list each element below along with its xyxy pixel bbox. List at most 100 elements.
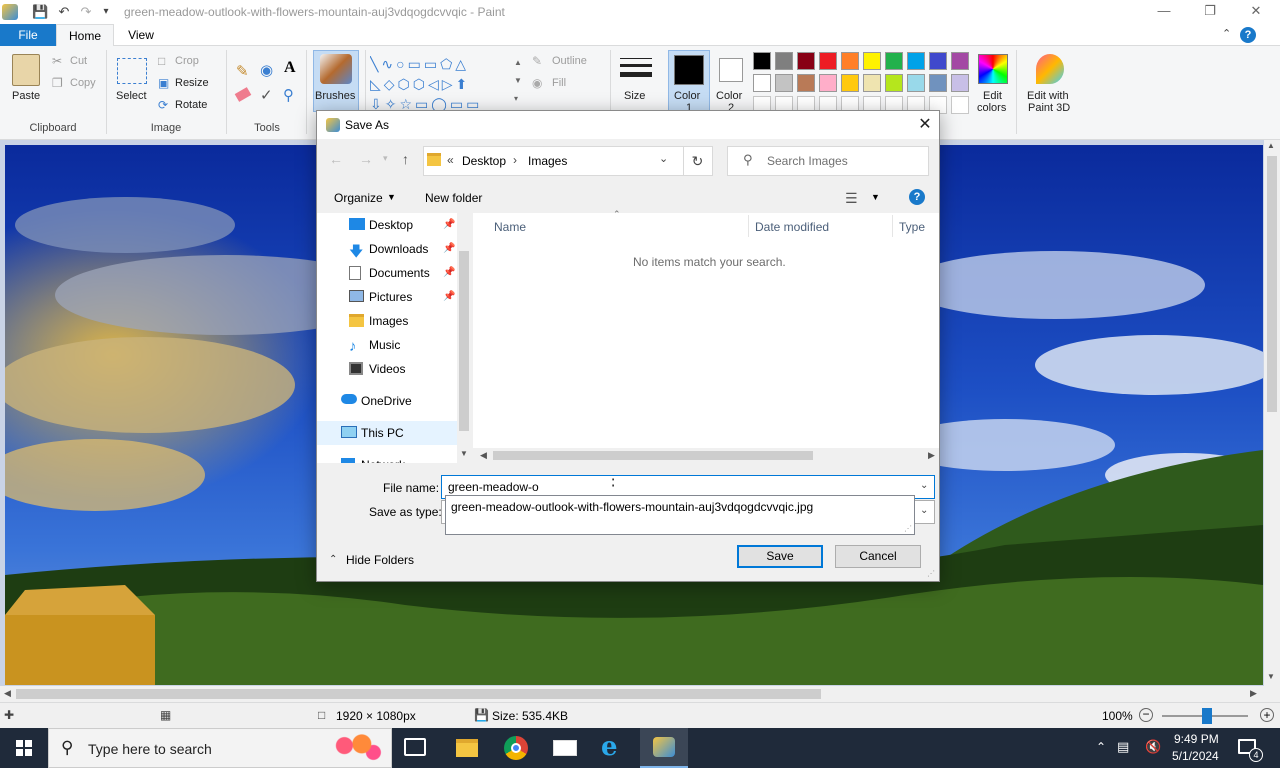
vertical-scrollbar[interactable]: ▲ ▼ bbox=[1264, 140, 1280, 686]
restore-button[interactable]: ❐ bbox=[1187, 0, 1233, 24]
palette-swatch[interactable] bbox=[841, 74, 859, 92]
select-button[interactable]: Select bbox=[116, 90, 147, 102]
palette-swatch[interactable] bbox=[797, 52, 815, 70]
edge-icon[interactable]: e bbox=[601, 734, 618, 760]
volume-muted-icon[interactable]: 🔇 bbox=[1145, 739, 1161, 755]
color-picker-icon[interactable]: ✓ bbox=[260, 86, 273, 104]
nav-item-desktop[interactable]: Desktop 📌 bbox=[317, 213, 457, 237]
palette-swatch[interactable] bbox=[885, 52, 903, 70]
horizontal-scrollbar[interactable]: ◀ ▶ bbox=[0, 686, 1280, 702]
dialog-resize-grip-icon[interactable]: ⋰ bbox=[927, 569, 935, 578]
cut-button[interactable]: Cut bbox=[70, 55, 87, 67]
clock-time[interactable]: 9:49 PM bbox=[1174, 732, 1219, 746]
recent-locations-icon[interactable]: ▾ bbox=[383, 153, 388, 164]
palette-swatch[interactable] bbox=[797, 74, 815, 92]
magnifier-icon[interactable]: ⚲ bbox=[283, 86, 294, 104]
edit-colors-icon[interactable] bbox=[978, 54, 1008, 84]
color2-swatch[interactable] bbox=[719, 58, 743, 82]
hide-folders-icon[interactable]: ⌃ bbox=[329, 554, 337, 565]
palette-swatch[interactable] bbox=[907, 52, 925, 70]
navigation-pane[interactable]: Desktop 📌 🡇 Downloads 📌 Documents 📌 Pictures 📌 Im… bbox=[317, 213, 471, 463]
palette-swatch-empty[interactable] bbox=[951, 96, 969, 114]
column-name[interactable]: Name bbox=[494, 220, 526, 234]
resize-grip-icon[interactable]: ⋰ bbox=[904, 524, 912, 533]
clock-date[interactable]: 5/1/2024 bbox=[1172, 749, 1219, 763]
dialog-close-button[interactable]: ✕ bbox=[913, 114, 937, 136]
crop-button[interactable]: Crop bbox=[175, 55, 199, 67]
shapes-scroll-icon[interactable]: ▲ ▼ ▾ bbox=[514, 54, 524, 110]
palette-swatch[interactable] bbox=[819, 52, 837, 70]
redo-icon[interactable]: ↷ bbox=[78, 4, 94, 20]
palette-swatch[interactable] bbox=[863, 52, 881, 70]
up-button[interactable]: ↑ bbox=[402, 151, 409, 167]
file-list[interactable] bbox=[473, 213, 939, 463]
paint3d-icon[interactable] bbox=[1036, 54, 1064, 84]
tab-view[interactable]: View bbox=[114, 24, 168, 46]
minimize-button[interactable]: — bbox=[1141, 0, 1187, 24]
zoom-slider-thumb[interactable] bbox=[1202, 708, 1212, 724]
task-view-icon[interactable] bbox=[404, 738, 426, 756]
view-options-icon[interactable]: ☰ bbox=[845, 190, 858, 207]
autocomplete-list[interactable]: green-meadow-outlook-with-flowers-mounta… bbox=[445, 495, 915, 535]
palette-swatch[interactable] bbox=[775, 74, 793, 92]
zoom-in-button[interactable]: + bbox=[1260, 708, 1274, 722]
palette-swatch[interactable] bbox=[841, 52, 859, 70]
nav-item-network[interactable]: Network bbox=[317, 453, 457, 463]
eraser-icon[interactable] bbox=[234, 87, 252, 102]
resize-button[interactable]: Resize bbox=[175, 77, 209, 89]
save-button[interactable]: Save bbox=[737, 545, 823, 568]
nav-item-pictures[interactable]: Pictures 📌 bbox=[317, 285, 457, 309]
paint-taskbar-button[interactable] bbox=[640, 728, 688, 768]
palette-swatch[interactable] bbox=[929, 74, 947, 92]
tab-home[interactable]: Home bbox=[56, 24, 114, 47]
breadcrumb-images[interactable]: Images bbox=[528, 154, 567, 168]
tab-file[interactable]: File bbox=[0, 24, 56, 46]
forward-button[interactable]: → bbox=[359, 151, 373, 167]
breadcrumb-desktop[interactable]: Desktop bbox=[462, 154, 506, 168]
dialog-help-icon[interactable]: ? bbox=[909, 189, 925, 205]
rotate-button[interactable]: Rotate bbox=[175, 99, 207, 111]
cancel-button[interactable]: Cancel bbox=[835, 545, 921, 568]
file-explorer-icon[interactable] bbox=[456, 739, 478, 757]
nav-item-onedrive[interactable]: OneDrive bbox=[317, 389, 457, 413]
nav-item-downloads[interactable]: 🡇 Downloads 📌 bbox=[317, 237, 457, 261]
text-icon[interactable]: A bbox=[284, 59, 296, 77]
nav-item-images[interactable]: Images bbox=[317, 309, 457, 333]
palette-swatch[interactable] bbox=[775, 52, 793, 70]
palette-swatch[interactable] bbox=[753, 52, 771, 70]
nav-item-videos[interactable]: Videos bbox=[317, 357, 457, 381]
paint-app-icon[interactable] bbox=[2, 4, 18, 20]
undo-icon[interactable]: ↶ bbox=[56, 4, 72, 20]
palette-swatch[interactable] bbox=[951, 74, 969, 92]
palette-swatch[interactable] bbox=[951, 52, 969, 70]
nav-scrollbar[interactable]: ▼ bbox=[457, 213, 471, 463]
organize-button[interactable]: Organize bbox=[334, 191, 383, 205]
nav-item-documents[interactable]: Documents 📌 bbox=[317, 261, 457, 285]
show-hidden-icons-icon[interactable]: ⌃ bbox=[1096, 740, 1106, 754]
taskbar-search-box[interactable]: ⚲ Type here to search bbox=[48, 728, 392, 768]
palette-swatch[interactable] bbox=[885, 74, 903, 92]
column-date-modified[interactable]: Date modified bbox=[755, 220, 829, 234]
copy-button[interactable]: Copy bbox=[70, 77, 96, 89]
close-window-button[interactable]: ✕ bbox=[1233, 0, 1279, 24]
zoom-out-button[interactable]: − bbox=[1139, 708, 1153, 722]
nav-item-this-pc[interactable]: This PC bbox=[317, 421, 457, 445]
nav-item-music[interactable]: ♪ Music bbox=[317, 333, 457, 357]
mail-icon[interactable] bbox=[553, 740, 577, 756]
size-icon[interactable] bbox=[620, 54, 652, 82]
shapes-gallery[interactable]: ╲∿○▭▭⬠△ ◺◇⬡⬡◁▷⬆ ⇩✧☆▭◯▭▭ bbox=[370, 54, 512, 110]
pencil-icon[interactable]: ✎ bbox=[236, 62, 249, 80]
fill-bucket-icon[interactable]: ◉ bbox=[260, 61, 273, 79]
view-dropdown-icon[interactable]: ▼ bbox=[871, 192, 880, 202]
file-list-hscrollbar[interactable]: ◀ ▶ bbox=[473, 448, 939, 463]
select-icon[interactable] bbox=[117, 58, 147, 84]
outline-button[interactable]: Outline bbox=[552, 55, 587, 67]
palette-swatch[interactable] bbox=[907, 74, 925, 92]
column-type[interactable]: Type bbox=[899, 220, 925, 234]
hide-folders-button[interactable]: Hide Folders bbox=[346, 553, 414, 567]
autocomplete-suggestion[interactable]: green-meadow-outlook-with-flowers-mounta… bbox=[451, 500, 813, 514]
network-icon[interactable]: ▤ bbox=[1117, 739, 1129, 755]
help-icon[interactable]: ? bbox=[1240, 27, 1256, 43]
palette-swatch[interactable] bbox=[863, 74, 881, 92]
refresh-button[interactable]: ↻ bbox=[683, 147, 711, 175]
